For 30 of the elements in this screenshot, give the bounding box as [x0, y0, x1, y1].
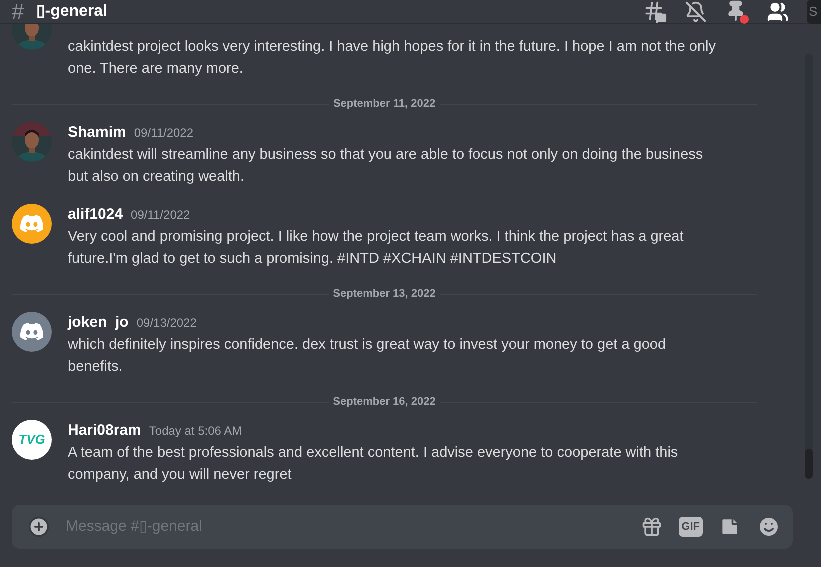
- channel-title: ▯-general: [36, 4, 108, 20]
- avatar-logo: TVG: [18, 431, 46, 450]
- threads-icon[interactable]: [643, 0, 667, 24]
- add-attachment-icon[interactable]: [28, 516, 50, 538]
- emoji-icon[interactable]: [757, 515, 781, 539]
- message-text: which definitely inspires confidence. dex trust is great way to invest your money to get a good benefits.: [68, 336, 668, 377]
- scrollbar-thumb[interactable]: [805, 449, 813, 479]
- message-text: cakintdest project looks very interesting. I have high hopes for it in the future. I hope I am not the only one. There are many more.: [68, 38, 718, 79]
- message-text: cakintdest will streamline any business so that you are able to focus not only on doing the business but also on creating wealth.: [68, 146, 704, 187]
- username[interactable]: joken jo: [68, 312, 129, 334]
- timestamp: 09/13/2022: [136, 315, 197, 332]
- username[interactable]: Shamim: [68, 122, 126, 144]
- search-field[interactable]: S: [807, 0, 821, 24]
- mute-bell-icon[interactable]: [685, 0, 707, 22]
- hash-symbol: #: [12, 0, 24, 22]
- gif-button[interactable]: GIF: [678, 516, 703, 538]
- members-icon[interactable]: [767, 0, 789, 22]
- timestamp: 09/11/2022: [131, 207, 190, 224]
- username[interactable]: Hari08ram: [68, 420, 142, 442]
- controller-face-icon: [20, 323, 44, 341]
- timestamp: 09/11/2022: [134, 125, 194, 142]
- timestamp: Today at 5:06 AM: [149, 423, 242, 440]
- message-text: A team of the best professionals and excellent content. I advise everyone to cooperate with this company, and you will never regret: [68, 444, 680, 485]
- controller-face-icon: [20, 215, 44, 233]
- date-divider: September 16, 2022: [332, 394, 437, 410]
- username[interactable]: alif1024: [68, 204, 124, 226]
- date-divider: September 13, 2022: [332, 286, 437, 302]
- gift-icon[interactable]: [640, 516, 663, 538]
- date-divider: September 11, 2022: [332, 96, 437, 112]
- message-text: Very cool and promising project. I like how the project team works. I think the project has a great future.I'm glad to get to such a promising. #INTD #XCHAIN #INTDESTCOIN: [68, 228, 685, 269]
